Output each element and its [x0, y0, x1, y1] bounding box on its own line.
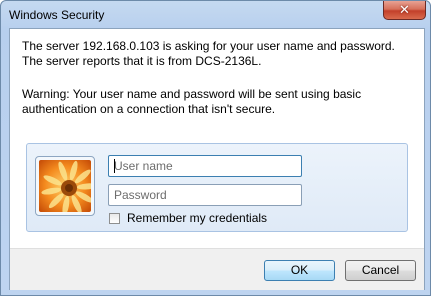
close-button[interactable]: ✕: [383, 1, 426, 20]
windows-security-dialog: Windows Security ✕ The server 192.168.0.…: [0, 0, 431, 296]
password-placeholder: Password: [114, 188, 167, 202]
server-message: The server 192.168.0.103 is asking for y…: [22, 39, 395, 68]
window-title: Windows Security: [9, 8, 105, 22]
button-bar: OK Cancel: [10, 248, 424, 290]
remember-label[interactable]: Remember my credentials: [127, 211, 267, 225]
dialog-content: The server 192.168.0.103 is asking for y…: [9, 28, 425, 290]
warning-message: Warning: Your user name and password wil…: [22, 87, 362, 116]
remember-checkbox[interactable]: [109, 213, 120, 224]
cancel-button[interactable]: Cancel: [345, 260, 416, 281]
text-caret: [114, 159, 115, 173]
ok-button[interactable]: OK: [264, 260, 335, 281]
title-bar[interactable]: Windows Security ✕: [1, 1, 430, 27]
close-icon: ✕: [399, 2, 410, 18]
username-field[interactable]: User name: [108, 155, 302, 177]
flower-user-tile-icon: [39, 160, 91, 212]
password-field[interactable]: Password: [108, 184, 302, 206]
credential-panel: User name Password Remember my credentia…: [26, 143, 408, 232]
username-placeholder: User name: [114, 159, 173, 173]
user-tile: [35, 156, 95, 216]
